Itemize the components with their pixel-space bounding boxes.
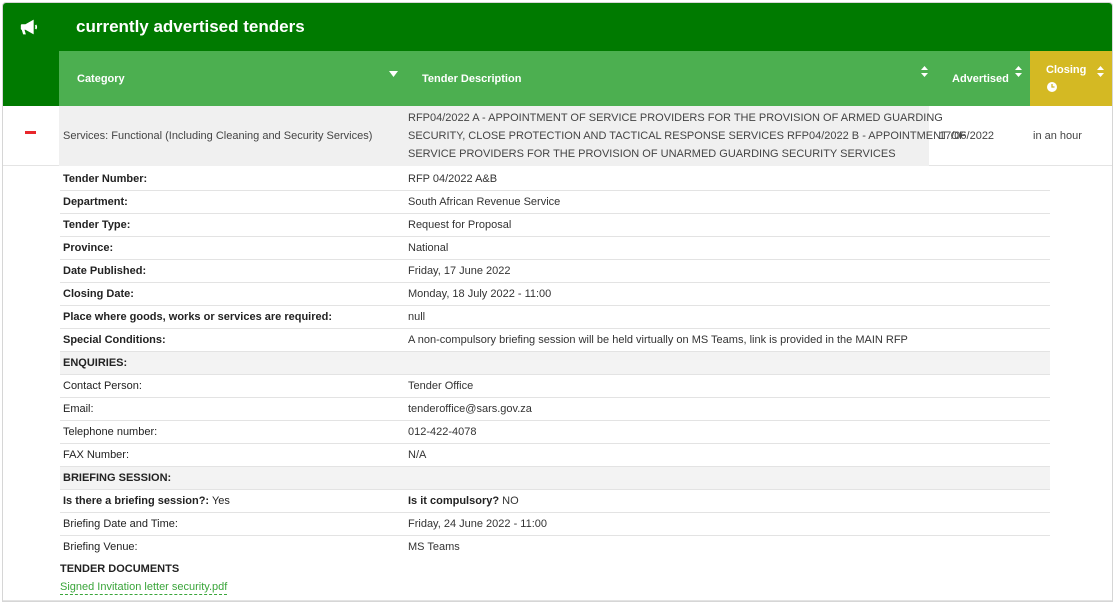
detail-label: Closing Date:	[63, 288, 134, 300]
detail-row-closing-date: Closing Date: Monday, 18 July 2022 - 11:…	[60, 283, 1050, 306]
tender-category: Services: Functional (Including Cleaning…	[63, 130, 373, 142]
detail-value: Tender Office	[408, 380, 474, 392]
detail-row-tender-type: Tender Type: Request for Proposal	[60, 214, 1050, 237]
detail-row-special-conditions: Special Conditions: A non-compulsory bri…	[60, 329, 1050, 352]
tender-description-cell: RFP04/2022 A - APPOINTMENT OF SERVICE PR…	[406, 106, 966, 166]
detail-row-contact-person: Contact Person: Tender Office	[60, 375, 1050, 398]
detail-row-date-published: Date Published: Friday, 17 June 2022	[60, 260, 1050, 283]
detail-label: Contact Person:	[63, 380, 142, 392]
detail-label: FAX Number:	[63, 449, 130, 461]
sort-icon[interactable]	[921, 66, 928, 77]
column-label-advertised: Advertised	[952, 73, 1009, 85]
sort-icon[interactable]	[1097, 66, 1104, 77]
detail-row-briefing-date: Briefing Date and Time: Friday, 24 June …	[60, 513, 1050, 536]
detail-value: RFP 04/2022 A&B	[408, 173, 498, 185]
detail-label: Tender Number:	[63, 173, 148, 185]
detail-value: Request for Proposal	[408, 219, 512, 231]
clock-icon	[1047, 82, 1057, 92]
detail-value: 012-422-4078	[408, 426, 477, 438]
detail-label: Tender Type:	[63, 219, 131, 231]
detail-row-tender-number: Tender Number: RFP 04/2022 A&B	[60, 168, 1050, 191]
section-heading: ENQUIRIES:	[63, 357, 128, 369]
email-value: tenderoffice@sars.gov.za	[408, 403, 532, 415]
detail-label: Province:	[63, 242, 114, 254]
header-blank-cell	[3, 51, 59, 106]
briefing-question-label: Is there a briefing session?:	[63, 495, 210, 507]
title-bar: currently advertised tenders	[3, 3, 1112, 51]
tender-category-cell: Services: Functional (Including Cleaning…	[59, 106, 406, 166]
page-title: currently advertised tenders	[76, 17, 305, 36]
detail-value: Friday, 17 June 2022	[408, 265, 511, 277]
description-line-1: RFP04/2022 A - APPOINTMENT OF SERVICE PR…	[408, 112, 943, 124]
briefing-question-value: Yes	[211, 495, 230, 507]
detail-value: National	[408, 242, 449, 254]
detail-label: Briefing Venue:	[63, 541, 138, 553]
column-label-closing: Closing	[1046, 64, 1087, 76]
description-line-3: SERVICE PROVIDERS FOR THE PROVISION OF U…	[408, 148, 896, 160]
detail-row-department: Department: South African Revenue Servic…	[60, 191, 1050, 214]
column-header-description[interactable]: Tender Description	[406, 51, 929, 106]
description-line-2: SECURITY, CLOSE PROTECTION AND TACTICAL …	[408, 130, 966, 142]
document-link[interactable]: Signed Invitation letter security.pdf	[60, 581, 228, 595]
detail-label: Briefing Date and Time:	[63, 518, 178, 530]
tenders-panel: currently advertised tenders Category Te…	[2, 2, 1113, 602]
column-header-category[interactable]: Category	[59, 51, 406, 106]
detail-label: Date Published:	[63, 265, 147, 277]
column-header-advertised[interactable]: Advertised	[929, 51, 1030, 106]
detail-value: South African Revenue Service	[408, 196, 561, 208]
detail-row-province: Province: National	[60, 237, 1050, 260]
column-label-description: Tender Description	[422, 73, 522, 85]
detail-label: Email:	[63, 403, 94, 415]
caret-down-icon[interactable]	[389, 71, 398, 77]
detail-label: Place where goods, works or services are…	[63, 311, 333, 323]
detail-label: Is there a briefing session?: Yes	[63, 495, 230, 507]
megaphone-icon	[20, 19, 38, 35]
detail-row-briefing-venue: Briefing Venue: MS Teams	[60, 536, 1050, 559]
detail-value: Monday, 18 July 2022 - 11:00	[408, 288, 552, 300]
advertised-date: 17/06/2022	[939, 130, 995, 142]
documents-heading: TENDER DOCUMENTS	[60, 563, 180, 575]
detail-label: Telephone number:	[63, 426, 158, 438]
section-heading: BRIEFING SESSION:	[63, 472, 172, 484]
detail-row-telephone: Telephone number: 012-422-4078	[60, 421, 1050, 444]
section-enquiries: ENQUIRIES:	[60, 352, 1050, 375]
closing-time: in an hour	[1033, 130, 1082, 142]
section-briefing-session: BRIEFING SESSION:	[60, 467, 1050, 490]
detail-row-briefing-question: Is there a briefing session?: Yes Is it …	[60, 490, 1050, 513]
compulsory-value: NO	[502, 495, 519, 507]
column-header-closing[interactable]: Closing	[1030, 51, 1112, 106]
detail-label: Department:	[63, 196, 128, 208]
detail-value: A non-compulsory briefing session will b…	[408, 334, 908, 346]
detail-row-place: Place where goods, works or services are…	[60, 306, 1050, 329]
tender-details: Tender Number: RFP 04/2022 A&B Departmen…	[60, 168, 1050, 559]
sort-icon[interactable]	[1015, 66, 1022, 77]
collapse-icon[interactable]	[25, 131, 36, 134]
detail-row-fax: FAX Number: N/A	[60, 444, 1050, 467]
detail-value: N/A	[408, 449, 427, 461]
detail-value: MS Teams	[408, 541, 460, 553]
detail-value: Is it compulsory? NO	[408, 495, 519, 507]
divider	[3, 600, 1112, 601]
detail-row-email: Email: tenderoffice@sars.gov.za	[60, 398, 1050, 421]
detail-value: Friday, 24 June 2022 - 11:00	[408, 518, 548, 530]
detail-label: Special Conditions:	[63, 334, 166, 346]
compulsory-label: Is it compulsory?	[408, 495, 500, 507]
detail-value: null	[408, 311, 426, 323]
column-label-category: Category	[77, 73, 125, 85]
